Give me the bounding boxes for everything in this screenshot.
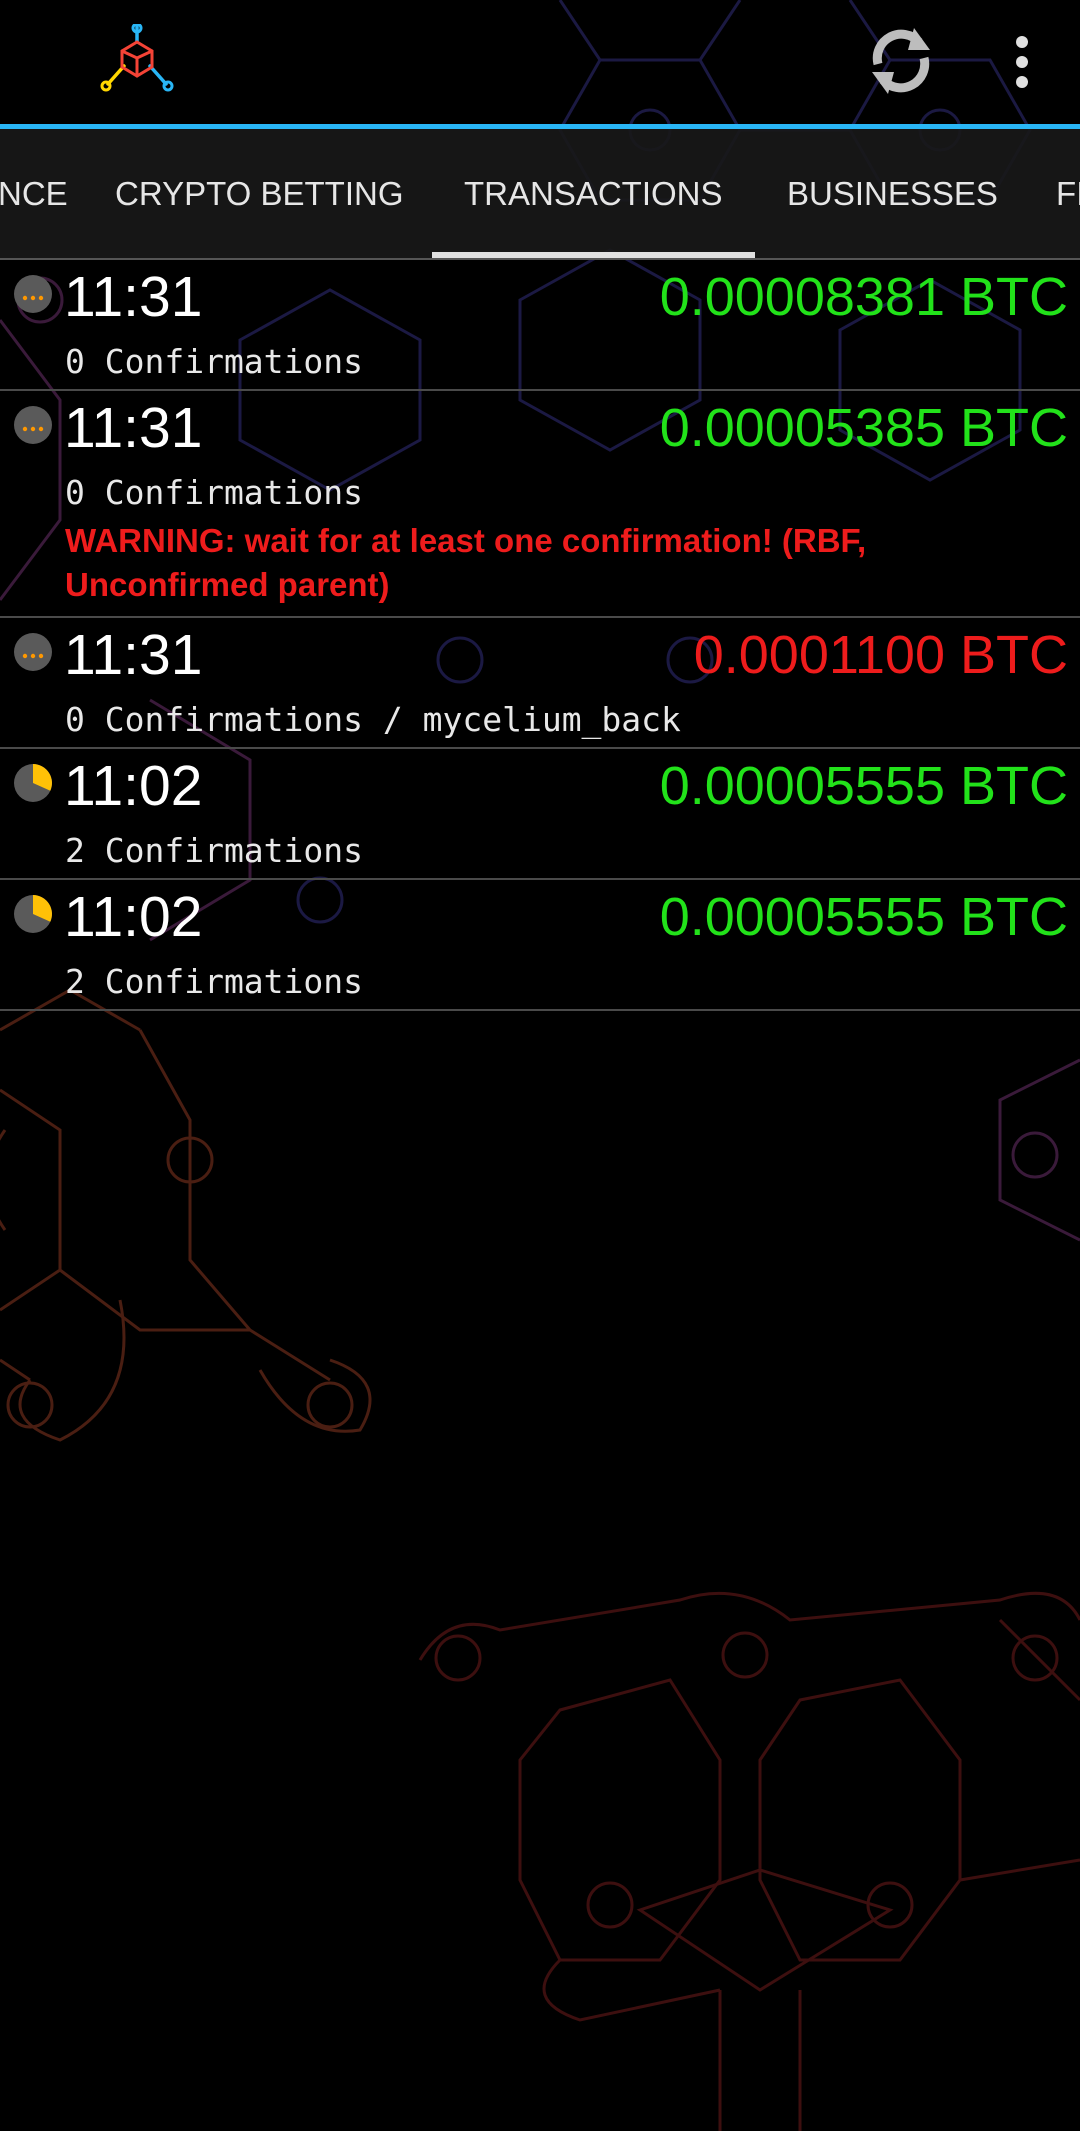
transaction-time: 11:31 [64, 265, 203, 329]
transaction-confirmations: 0 Confirmations [65, 342, 364, 381]
transaction-amount: 0.00005555 BTC [659, 756, 1068, 816]
transaction-confirmations: 2 Confirmations [65, 831, 364, 870]
transaction-confirmations: 0 Confirmations [65, 473, 364, 512]
mycelium-logo-icon [98, 22, 176, 94]
tab-bar: NCE CRYPTO BETTING TRANSACTIONS BUSINESS… [0, 129, 1080, 260]
tab-fio[interactable]: FI [1056, 129, 1080, 258]
transaction-amount: 0.00008381 BTC [659, 267, 1068, 327]
transaction-row[interactable]: 11:02 0.00005555 BTC 2 Confirmations [0, 880, 1080, 1011]
transaction-row[interactable]: 11:31 0.00005385 BTC 0 Confirmations WAR… [0, 391, 1080, 618]
transaction-list: 11:31 0.00008381 BTC 0 Confirmations 11:… [0, 260, 1080, 1011]
transaction-amount: 0.00005555 BTC [659, 887, 1068, 947]
transaction-warning: WARNING: wait for at least one confirmat… [65, 522, 867, 603]
tab-transactions[interactable]: TRANSACTIONS [464, 129, 723, 258]
transaction-row[interactable]: 11:31 0.0001100 BTC 0 Confirmations / my… [0, 618, 1080, 749]
pending-dots-icon [14, 406, 52, 444]
refresh-button[interactable] [864, 24, 938, 98]
confirmation-pie-icon [14, 895, 52, 933]
transaction-row[interactable]: 11:31 0.00008381 BTC 0 Confirmations [0, 260, 1080, 391]
transaction-time: 11:02 [64, 754, 203, 818]
transaction-amount: 0.00005385 BTC [659, 398, 1068, 458]
transaction-time: 11:31 [64, 396, 203, 460]
pending-dots-icon [14, 275, 52, 313]
overflow-menu-button[interactable] [1000, 32, 1044, 92]
transaction-amount: 0.0001100 BTC [693, 625, 1068, 685]
transaction-time: 11:02 [64, 885, 203, 949]
tab-businesses[interactable]: BUSINESSES [787, 129, 998, 258]
pending-dots-icon [14, 633, 52, 671]
transaction-confirmations: 2 Confirmations [65, 962, 364, 1001]
transaction-time: 11:31 [64, 623, 203, 687]
more-vert-icon [1016, 36, 1028, 88]
confirmation-pie-icon [14, 764, 52, 802]
transaction-confirmations: 0 Confirmations / mycelium_back [65, 700, 681, 739]
selected-tab-indicator [432, 252, 755, 258]
app-bar [0, 0, 1080, 126]
refresh-icon [872, 28, 930, 94]
tab-balance[interactable]: NCE [0, 129, 68, 258]
tab-crypto-betting[interactable]: CRYPTO BETTING [115, 129, 404, 258]
transaction-row[interactable]: 11:02 0.00005555 BTC 2 Confirmations [0, 749, 1080, 880]
